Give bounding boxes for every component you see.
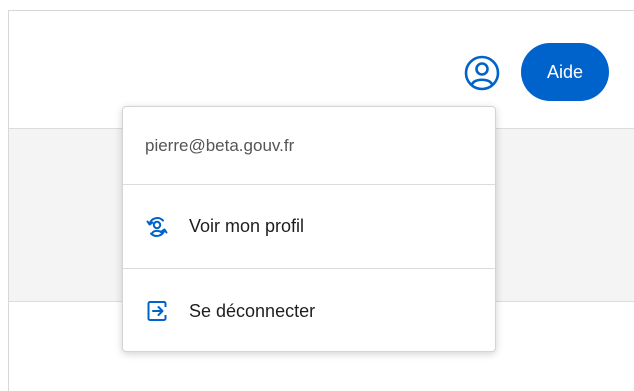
view-profile-label: Voir mon profil [189, 216, 305, 236]
user-dropdown-menu: pierre@beta.gouv.fr Voir mon profil Se d… [122, 106, 496, 352]
logout-icon [145, 299, 169, 323]
logout-item[interactable]: Se déconnecter [123, 269, 495, 353]
view-profile-item[interactable]: Voir mon profil [123, 185, 495, 269]
user-circle-icon [464, 55, 500, 91]
user-account-button[interactable] [462, 53, 502, 93]
help-button[interactable]: Aide [521, 43, 609, 101]
logout-label: Se déconnecter [189, 300, 316, 321]
user-email: pierre@beta.gouv.fr [123, 107, 495, 185]
profile-sync-icon [145, 215, 169, 239]
